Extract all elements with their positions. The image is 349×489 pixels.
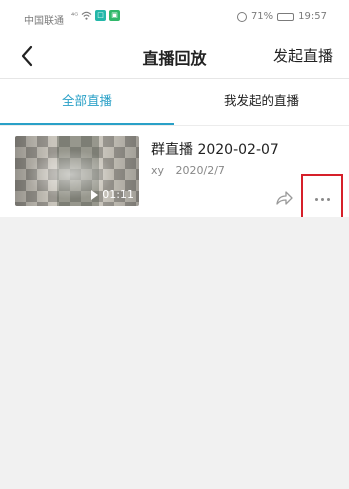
tab-my-lives[interactable]: 我发起的直播 [174,79,349,125]
clock: 19:57 [298,11,327,22]
play-icon [91,189,99,200]
item-date: 2020/2/7 [175,164,225,177]
more-icon-dot [314,197,318,201]
share-icon[interactable] [274,188,294,208]
status-icons: ⁴ᴳ □ ▣ [71,10,121,21]
battery-percent: 71% [250,11,274,22]
app-notification-icon: ▣ [109,10,121,21]
carrier-label: 中国联通 [24,16,64,27]
item-author: xy [151,164,165,177]
tab-bar: 全部直播 我发起的直播 [0,78,349,126]
more-icon-dot [326,197,330,201]
item-title: 群直播 2020-02-07 [151,142,279,158]
item-meta: xy 2020/2/7 [151,164,225,177]
alarm-icon [236,11,247,22]
duration-label: 01:11 [102,188,134,201]
signal-icon: ⁴ᴳ [71,11,79,20]
empty-list-area [0,217,349,489]
start-live-button[interactable]: 发起直播 [273,45,333,66]
battery-icon [277,12,295,21]
status-bar: 中国联通 ⁴ᴳ □ ▣ 71% 19:57 [0,0,349,36]
video-thumbnail[interactable]: 01:11 [15,136,139,206]
video-duration: 01:11 [91,188,134,201]
status-right: 71% 19:57 [236,11,327,22]
list-item[interactable]: 01:11 群直播 2020-02-07 xy 2020/2/7 [0,125,349,224]
app-notification-icon: □ [95,10,107,21]
tab-all-lives[interactable]: 全部直播 [0,79,174,125]
wifi-icon [81,11,92,20]
more-icon-dot [320,197,324,201]
nav-bar: 直播回放 发起直播 [0,36,349,78]
